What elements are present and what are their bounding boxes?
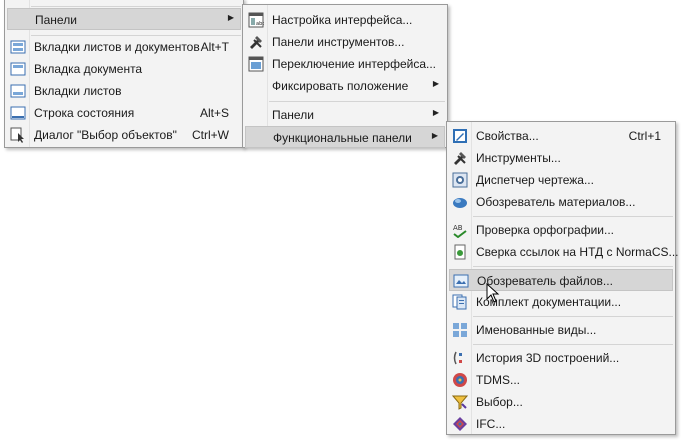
menu-item-label: Вкладки листов и документов bbox=[34, 40, 200, 54]
sheet-tabs-icon bbox=[10, 84, 26, 98]
menu-item-label: Инструменты... bbox=[476, 151, 561, 165]
panels-submenu: abc Настройка интерфейса... Панели инстр… bbox=[242, 4, 448, 148]
menu-item-history-3d[interactable]: История 3D построений... bbox=[449, 347, 673, 369]
doc-set-icon bbox=[452, 294, 467, 310]
mouse-cursor-icon bbox=[486, 283, 500, 303]
separator bbox=[473, 344, 673, 345]
separator bbox=[473, 266, 673, 267]
submenu-arrow-icon: ▶ bbox=[432, 108, 439, 117]
menu-item-label: Проверка орфографии... bbox=[476, 223, 614, 237]
spellcheck-icon: AB bbox=[453, 224, 467, 238]
shortcut-label: Alt+S bbox=[199, 106, 229, 120]
shortcut-label: Ctrl+1 bbox=[628, 129, 661, 143]
menu-item-selection[interactable]: Выбор... bbox=[449, 391, 673, 413]
svg-text:abc: abc bbox=[256, 21, 264, 27]
menu-item-sheet-tabs[interactable]: Вкладки листов bbox=[7, 80, 241, 102]
menu-item-toolbars[interactable]: Панели инструментов... bbox=[245, 31, 445, 53]
menu-item-label: Фиксировать положение bbox=[272, 79, 409, 93]
menu-item-label: Панели инструментов... bbox=[272, 35, 405, 49]
menu-item-label: Функциональные панели bbox=[273, 131, 412, 145]
menu-item-named-views[interactable]: Именованные виды... bbox=[449, 319, 673, 341]
shortcut-label: Ctrl+W bbox=[192, 128, 229, 142]
menu-item-lock-position[interactable]: Фиксировать положение ▶ bbox=[245, 75, 445, 97]
menu-item-interface-settings[interactable]: abc Настройка интерфейса... bbox=[245, 9, 445, 31]
drawing-manager-icon bbox=[452, 172, 468, 188]
separator bbox=[473, 216, 673, 217]
interface-settings-icon: abc bbox=[248, 12, 264, 28]
menu-item-sheet-doc-tabs[interactable]: Вкладки листов и документов Alt+T bbox=[7, 36, 241, 58]
menu-item-label: Обозреватель материалов... bbox=[476, 195, 636, 209]
submenu-arrow-icon: ▶ bbox=[227, 13, 234, 22]
materials-icon bbox=[453, 198, 467, 208]
select-dialog-icon bbox=[10, 127, 24, 143]
menu-item-ifc[interactable]: IFC... bbox=[449, 413, 673, 435]
svg-text:AB: AB bbox=[453, 224, 463, 232]
tdms-icon bbox=[453, 373, 467, 387]
doc-tab-icon bbox=[10, 62, 26, 76]
menu-item-status-bar[interactable]: Строка состояния Alt+S bbox=[7, 102, 241, 124]
properties-icon bbox=[453, 129, 467, 143]
menu-item-label: Именованные виды... bbox=[476, 323, 597, 337]
menu-item-label: Настройка интерфейса... bbox=[272, 13, 413, 27]
menu-item-label: Сверка ссылок на НТД с NormaCS... bbox=[476, 245, 679, 259]
menu-item-label: История 3D построений... bbox=[476, 351, 620, 365]
view-menu: Панели ▶ Вкладки листов и документов Alt… bbox=[4, 0, 244, 148]
menu-item-label: Панели bbox=[35, 13, 77, 27]
menu-item-properties[interactable]: Свойства... Ctrl+1 bbox=[449, 125, 673, 147]
shortcut-label: Alt+T bbox=[200, 40, 229, 54]
menu-item-label: Строка состояния bbox=[34, 106, 135, 120]
menu-item-switch-interface[interactable]: Переключение интерфейса... bbox=[245, 53, 445, 75]
menu-item-tools[interactable]: Инструменты... bbox=[449, 147, 673, 169]
menu-item-doc-tab[interactable]: Вкладка документа bbox=[7, 58, 241, 80]
tools-icon bbox=[454, 152, 466, 165]
menu-item-label: Диалог "Выбор объектов" bbox=[34, 128, 177, 142]
submenu-arrow-icon: ▶ bbox=[431, 131, 438, 140]
menu-item-panels-sub[interactable]: Панели ▶ bbox=[245, 104, 445, 126]
ifc-icon bbox=[453, 417, 467, 431]
menu-item-file-browser[interactable]: Обозреватель файлов... bbox=[449, 269, 673, 291]
menu-item-panels[interactable]: Панели ▶ bbox=[7, 8, 241, 30]
menu-item-functional-panels[interactable]: Функциональные панели ▶ bbox=[245, 126, 445, 148]
menu-item-spellcheck[interactable]: AB Проверка орфографии... bbox=[449, 219, 673, 241]
menu-item-label: Выбор... bbox=[476, 395, 523, 409]
menu-item-drawing-manager[interactable]: Диспетчер чертежа... bbox=[449, 169, 673, 191]
functional-panels-submenu: Свойства... Ctrl+1 Инструменты... Диспет… bbox=[446, 121, 679, 435]
menu-item-select-dialog[interactable]: Диалог "Выбор объектов" Ctrl+W bbox=[7, 124, 241, 146]
menu-item-label: IFC... bbox=[476, 417, 506, 431]
tools-icon bbox=[250, 36, 262, 49]
history-3d-icon bbox=[453, 351, 462, 365]
submenu-arrow-icon: ▶ bbox=[432, 79, 439, 88]
menu-item-label: Диспетчер чертежа... bbox=[476, 173, 594, 187]
menu-item-label: Панели bbox=[272, 108, 314, 122]
separator bbox=[31, 6, 241, 7]
named-views-icon bbox=[453, 323, 467, 337]
file-browser-icon bbox=[453, 274, 469, 288]
menu-item-normacs[interactable]: Сверка ссылок на НТД с NormaCS... bbox=[449, 241, 679, 263]
separator bbox=[473, 316, 673, 317]
menu-item-label: Свойства... bbox=[476, 129, 539, 143]
menu-item-materials[interactable]: Обозреватель материалов... bbox=[449, 191, 673, 213]
menu-item-doc-set[interactable]: Комплект документации... bbox=[449, 291, 673, 313]
menu-item-label: Вкладки листов bbox=[34, 84, 122, 98]
status-bar-icon bbox=[10, 106, 26, 120]
menu-item-label: TDMS... bbox=[476, 373, 520, 387]
selection-icon bbox=[452, 395, 468, 410]
menu-item-label: Вкладка документа bbox=[34, 62, 143, 76]
tabs-icon bbox=[10, 40, 26, 54]
switch-interface-icon bbox=[248, 56, 264, 72]
menu-item-label: Переключение интерфейса... bbox=[272, 57, 436, 71]
menu-item-tdms[interactable]: TDMS... bbox=[449, 369, 673, 391]
separator bbox=[269, 101, 445, 102]
normacs-icon bbox=[454, 244, 466, 260]
